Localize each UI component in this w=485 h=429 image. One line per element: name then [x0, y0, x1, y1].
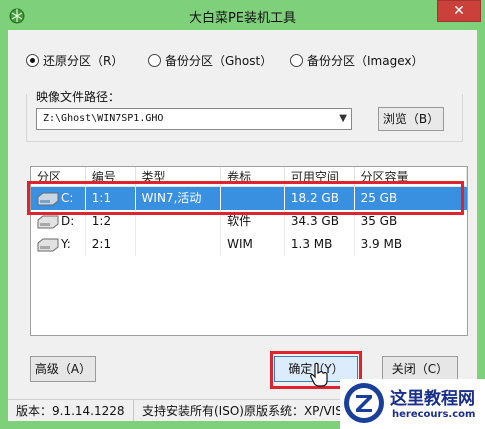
column-header-label[interactable]: 卷标	[221, 167, 285, 186]
watermark: 这里教程网 herecours.com	[340, 379, 485, 429]
version-text: 版本：9.1.14.1228	[8, 400, 134, 421]
table-header: 分区 编号 类型 卷标 可用空间 分区容量	[31, 167, 467, 187]
size-cell: 25 GB	[360, 191, 398, 205]
table-row-d[interactable]: D: 1:2 软件 34.3 GB 35 GB	[31, 210, 467, 233]
drive-cell: D:	[31, 210, 86, 233]
image-path-value: Z:\Ghost\WIN7SP1.GHO	[43, 113, 164, 124]
column-header-free[interactable]: 可用空间	[285, 167, 355, 186]
hard-drive-icon	[37, 215, 59, 228]
image-path-combo[interactable]: Z:\Ghost\WIN7SP1.GHO ▼	[36, 108, 352, 130]
label-cell: 软件	[221, 210, 285, 233]
radio-label: 还原分区（R）	[43, 54, 124, 68]
mouse-cursor-icon	[310, 362, 328, 387]
window-title: 大白菜PE装机工具	[188, 11, 297, 26]
label-cell	[221, 187, 285, 210]
radio-backup-ghost[interactable]: 备份分区（Ghost）	[148, 52, 272, 69]
hard-drive-icon	[37, 238, 59, 251]
radio-label: 备份分区（Ghost）	[165, 54, 273, 68]
window-close-button[interactable]: ✕	[437, 0, 481, 22]
free-cell: 18.2 GB	[285, 187, 355, 210]
radio-indicator[interactable]	[26, 54, 39, 67]
column-header-number[interactable]: 编号	[86, 167, 136, 186]
number-cell: 2:1	[86, 233, 136, 256]
partition-table: 分区 编号 类型 卷标 可用空间 分区容量 C: 1:1 WIN7,活动 18.…	[30, 166, 468, 336]
advanced-button[interactable]: 高级（A）	[30, 356, 96, 382]
column-header-partition[interactable]: 分区	[31, 167, 86, 186]
app-window: 大白菜PE装机工具 ✕ 还原分区（R） 备份分区（Ghost） 备份分区（Ima…	[0, 0, 485, 429]
free-cell: 1.3 MB	[285, 233, 355, 256]
size-cell: 3.9 MB	[360, 237, 403, 251]
number-cell: 1:2	[86, 210, 136, 233]
free-cell: 34.3 GB	[285, 210, 355, 233]
size-cell: 35 GB	[360, 214, 398, 228]
z-logo-icon	[344, 383, 384, 423]
radio-indicator[interactable]	[290, 54, 303, 67]
column-header-size[interactable]: 分区容量	[355, 167, 467, 186]
number-cell: 1:1	[86, 187, 136, 210]
radio-restore[interactable]: 还原分区（R）	[26, 52, 123, 69]
drive-cell: Y:	[31, 233, 86, 256]
hard-drive-icon	[37, 192, 59, 205]
table-row-y[interactable]: Y: 2:1 WIM 1.3 MB 3.9 MB	[31, 233, 467, 256]
radio-label: 备份分区（Imagex）	[307, 54, 424, 68]
type-cell	[136, 210, 222, 233]
radio-backup-imagex[interactable]: 备份分区（Imagex）	[290, 52, 423, 69]
browse-button[interactable]: 浏览（B）	[378, 107, 444, 131]
type-cell	[136, 233, 222, 256]
table-row-c[interactable]: C: 1:1 WIN7,活动 18.2 GB 25 GB	[31, 187, 467, 210]
type-cell: WIN7,活动	[136, 187, 222, 210]
drive-cell: C:	[31, 187, 86, 210]
title-bar[interactable]: 大白菜PE装机工具 ✕	[0, 0, 485, 30]
label-cell: WIM	[221, 233, 285, 256]
watermark-url: herecours.com	[392, 409, 476, 420]
chevron-down-icon[interactable]: ▼	[339, 109, 347, 129]
dialog-body: 还原分区（R） 备份分区（Ghost） 备份分区（Imagex） 映像文件路径：…	[8, 30, 477, 421]
watermark-title: 这里教程网	[390, 389, 475, 409]
radio-indicator[interactable]	[148, 54, 161, 67]
column-header-type[interactable]: 类型	[136, 167, 222, 186]
image-path-label: 映像文件路径：	[36, 90, 121, 104]
